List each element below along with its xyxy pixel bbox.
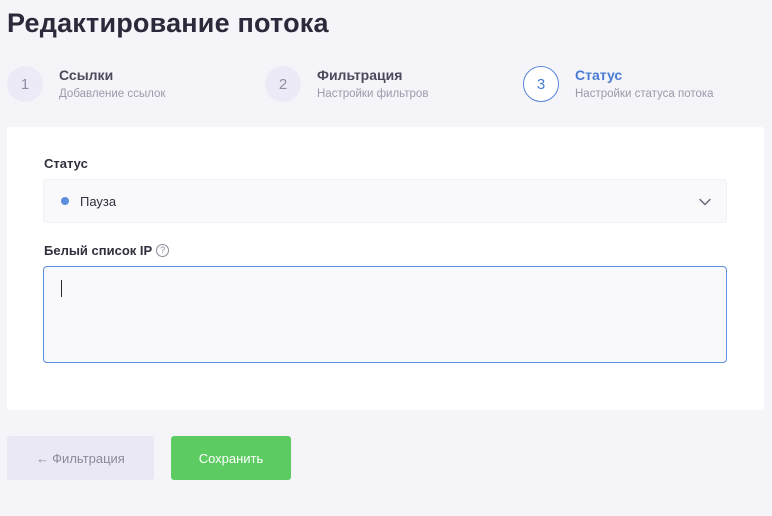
status-select-value: Пауза xyxy=(80,193,117,209)
status-label: Статус xyxy=(44,156,88,171)
ip-whitelist-textarea[interactable] xyxy=(43,266,727,363)
question-circle-icon[interactable]: ? xyxy=(156,244,170,257)
step-title: Ссылки xyxy=(59,67,114,83)
step-number-badge: 2 xyxy=(265,66,301,102)
status-dot-icon xyxy=(61,197,69,205)
step-title: Статус xyxy=(575,67,623,83)
step-subtitle: Добавление ссылок xyxy=(59,88,166,100)
text-cursor xyxy=(61,280,62,297)
whitelist-label: Белый список IP? xyxy=(44,243,170,258)
step-title: Фильтрация xyxy=(317,67,403,83)
page-title: Редактирование потока xyxy=(7,8,329,38)
chevron-down-icon xyxy=(699,198,711,206)
step-number-badge: 1 xyxy=(7,66,43,102)
back-to-filtration-button[interactable]: ← Фильтрация xyxy=(7,436,154,480)
edit-stream-page: Редактирование потока 1 Ссылки Добавлени… xyxy=(0,0,772,516)
step-status[interactable]: 3 Статус Настройки статуса потока xyxy=(523,66,714,104)
step-filtration[interactable]: 2 Фильтрация Настройки фильтров xyxy=(265,66,428,104)
whitelist-label-text: Белый список IP xyxy=(44,243,153,258)
status-settings-card: Статус Пауза Белый список IP? xyxy=(7,127,764,410)
save-button[interactable]: Сохранить xyxy=(171,436,291,480)
arrow-left-icon: ← xyxy=(36,450,50,466)
status-select[interactable]: Пауза xyxy=(43,179,727,223)
step-number-badge: 3 xyxy=(523,66,559,102)
step-subtitle: Настройки статуса потока xyxy=(575,88,714,100)
back-button-label: Фильтрация xyxy=(52,450,125,466)
stepper: 1 Ссылки Добавление ссылок 2 Фильтрация … xyxy=(7,66,767,104)
step-links[interactable]: 1 Ссылки Добавление ссылок xyxy=(7,66,165,104)
step-subtitle: Настройки фильтров xyxy=(317,88,429,100)
